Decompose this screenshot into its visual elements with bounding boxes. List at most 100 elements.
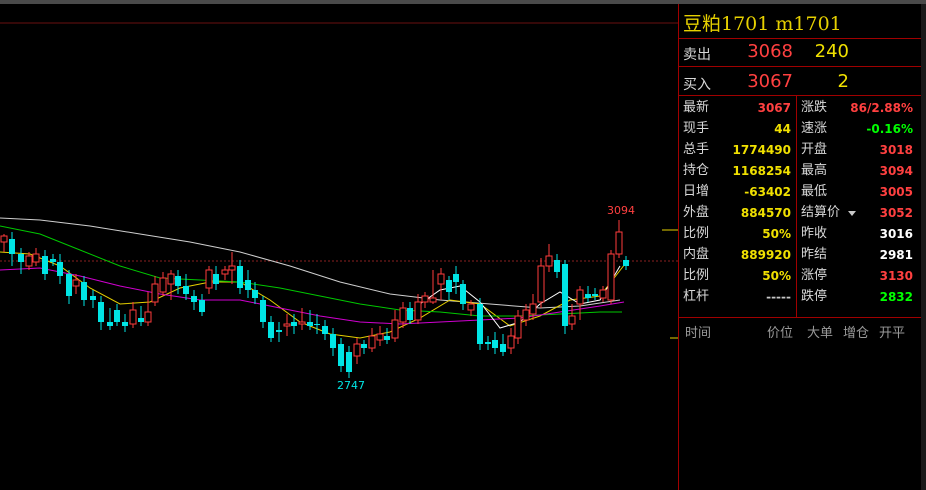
candle-body: [50, 259, 56, 262]
candle-body: [167, 273, 175, 285]
divider: [679, 38, 926, 39]
candle-body: [623, 260, 629, 266]
stat-value: -0.16%: [866, 122, 913, 136]
stat-value: 3094: [879, 164, 913, 178]
candle-body: [276, 330, 282, 332]
candle-body: [562, 264, 568, 326]
instrument-title: 豆粕1701 m1701: [683, 13, 842, 35]
stat-label: 涨跌: [801, 100, 828, 115]
candle-body: [175, 276, 181, 286]
candle-body: [81, 282, 87, 300]
candle-body: [353, 343, 361, 357]
stat-value: 3016: [879, 227, 913, 241]
stat-value: 889920: [740, 248, 791, 262]
column-divider: [796, 95, 797, 317]
stat-value: 884570: [740, 206, 791, 220]
candle-body: [492, 340, 498, 348]
candle-body: [376, 333, 384, 341]
candle-body: [391, 319, 399, 339]
high-price-label: 3094: [607, 204, 635, 217]
stat-label: 最低: [801, 184, 828, 199]
candle-body: [467, 303, 475, 311]
candle-body: [268, 322, 274, 338]
candle-body: [298, 321, 306, 325]
candle-body: [0, 235, 8, 243]
candle-body: [228, 265, 236, 271]
kline-chart[interactable]: 3094 2747: [0, 4, 678, 490]
stat-label: 总手: [683, 142, 710, 157]
stat-value: 2832: [879, 290, 913, 304]
candle-body: [245, 280, 251, 290]
candle-body: [25, 255, 33, 267]
stat-label: 昨结: [801, 247, 828, 262]
stat-label: 最高: [801, 163, 828, 178]
candle-body: [545, 255, 553, 267]
sell-label: 卖出: [683, 47, 711, 63]
stat-value: 44: [774, 122, 791, 136]
candle-body: [338, 344, 344, 366]
candle-body: [399, 307, 407, 323]
candlesticks: [0, 220, 629, 378]
candle-body: [9, 239, 15, 254]
stat-value: 1168254: [732, 164, 791, 178]
divider: [679, 317, 926, 318]
candle-body: [283, 323, 291, 327]
candle-body: [107, 322, 113, 326]
candle-body: [615, 231, 623, 255]
stat-label: 跌停: [801, 289, 828, 304]
candle-body: [199, 300, 205, 312]
candle-body: [592, 294, 598, 296]
sell-volume: 240: [814, 41, 849, 62]
stat-value: 3005: [879, 185, 913, 199]
stat-label: 现手: [683, 121, 710, 136]
stat-label: 昨收: [801, 226, 828, 241]
low-price-label: 2747: [337, 379, 365, 392]
stat-value: 50%: [762, 269, 791, 283]
stat-value: -----: [766, 290, 791, 304]
candle-body: [66, 274, 72, 296]
candle-body: [446, 280, 452, 292]
candle-body: [57, 262, 63, 276]
candle-body: [361, 344, 367, 348]
stat-label: 持仓: [683, 163, 710, 178]
candle-body: [414, 301, 422, 321]
scrollbar[interactable]: [921, 4, 926, 490]
candle-body: [368, 335, 376, 349]
stat-label: 日增: [683, 184, 710, 199]
stat-value: 86/2.88%: [850, 101, 913, 115]
stat-label: 开盘: [801, 142, 828, 157]
candle-body: [183, 286, 189, 294]
candle-body: [213, 274, 219, 284]
candle-body: [314, 324, 320, 325]
candle-body: [237, 266, 243, 288]
candle-body: [129, 309, 137, 325]
candle-body: [607, 253, 615, 301]
candle-body: [144, 311, 152, 323]
candle-body: [514, 315, 522, 339]
candle-body: [453, 274, 459, 282]
tape-header-price: 价位: [767, 326, 794, 341]
candle-body: [522, 309, 530, 321]
candle-body: [291, 322, 297, 326]
stat-value: 3052: [879, 206, 913, 220]
candle-body: [90, 296, 96, 300]
candle-body: [159, 277, 167, 293]
divider: [679, 95, 926, 96]
candle-body: [32, 253, 40, 263]
candle-body: [42, 256, 48, 274]
stat-label: 外盘: [683, 205, 710, 220]
candle-body: [429, 297, 437, 303]
candle-body: [191, 296, 197, 302]
buy-label: 买入: [683, 77, 711, 93]
sell-price[interactable]: 3068: [733, 41, 793, 62]
tape-header-oi: 增仓: [843, 326, 870, 341]
buy-price[interactable]: 3067: [733, 71, 793, 92]
candle-body: [585, 294, 591, 298]
candle-body: [477, 304, 483, 344]
stat-value: 50%: [762, 227, 791, 241]
candle-body: [18, 254, 24, 262]
candle-body: [205, 269, 213, 289]
stat-value: 3130: [879, 269, 913, 283]
candle-body: [568, 315, 576, 325]
stat-value: 2981: [879, 248, 913, 262]
